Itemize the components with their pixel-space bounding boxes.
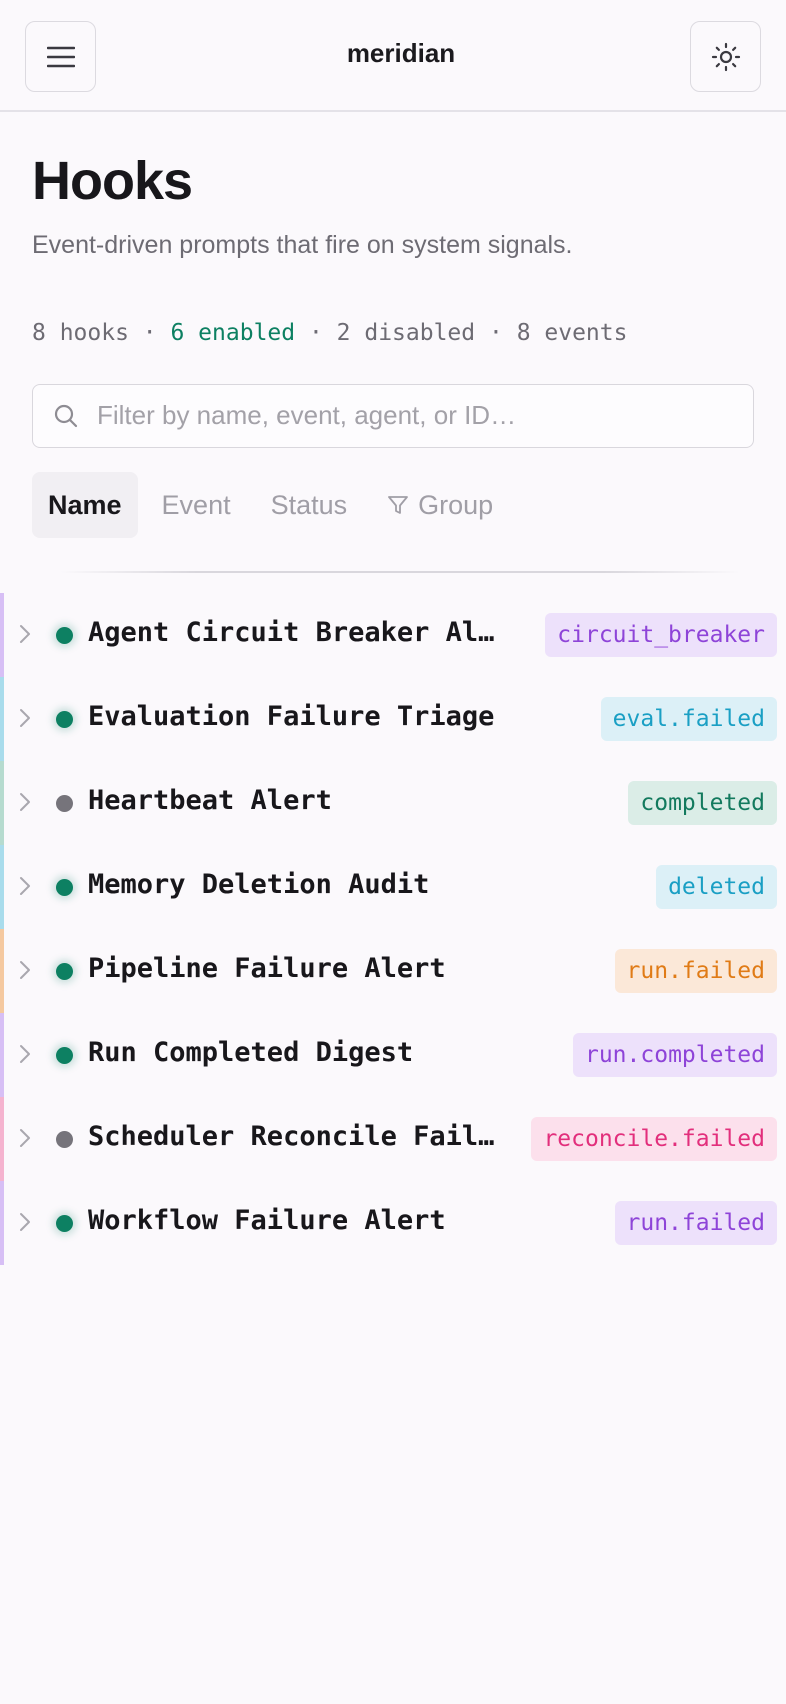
status-dot bbox=[56, 1047, 73, 1064]
page-title: Hooks bbox=[32, 151, 193, 211]
row-accent-stripe bbox=[0, 845, 4, 929]
stat-hooks: 8 hooks bbox=[32, 320, 129, 346]
status-dot bbox=[56, 1131, 73, 1148]
chevron-right-icon[interactable] bbox=[18, 1127, 32, 1149]
hook-name: Scheduler Reconcile Failure bbox=[88, 1121, 498, 1152]
stat-disabled: 2 disabled bbox=[336, 320, 476, 346]
row-accent-stripe bbox=[0, 677, 4, 761]
hook-row[interactable]: Workflow Failure Alert run.failed bbox=[0, 1181, 786, 1265]
event-badge: circuit_breaker bbox=[545, 613, 777, 657]
hook-row[interactable]: Run Completed Digest run.completed bbox=[0, 1013, 786, 1097]
hook-name: Pipeline Failure Alert bbox=[88, 953, 446, 984]
tab-label: Group bbox=[418, 489, 494, 520]
tab-label: Event bbox=[161, 489, 231, 520]
hook-name: Heartbeat Alert bbox=[88, 785, 332, 816]
theme-toggle-button[interactable] bbox=[690, 21, 761, 92]
stat-separator: · bbox=[295, 320, 337, 346]
search-icon bbox=[54, 404, 78, 428]
event-badge: run.failed bbox=[614, 1201, 777, 1245]
app-title: meridian bbox=[346, 38, 456, 68]
stat-events: 8 events bbox=[516, 320, 628, 346]
stat-separator: · bbox=[475, 320, 517, 346]
tab-status[interactable]: Status bbox=[255, 472, 364, 538]
chevron-right-icon[interactable] bbox=[18, 959, 32, 981]
status-dot bbox=[56, 627, 73, 644]
chevron-right-icon[interactable] bbox=[18, 1211, 32, 1233]
row-accent-stripe bbox=[0, 1181, 4, 1265]
tab-label: Status bbox=[270, 489, 348, 520]
row-accent-stripe bbox=[0, 1097, 4, 1181]
filter-icon bbox=[388, 496, 409, 514]
status-dot bbox=[56, 1215, 73, 1232]
chevron-right-icon[interactable] bbox=[18, 875, 32, 897]
event-badge: reconcile.failed bbox=[531, 1117, 777, 1161]
sun-icon bbox=[711, 42, 740, 71]
chevron-right-icon[interactable] bbox=[18, 623, 32, 645]
stat-separator: · bbox=[128, 320, 171, 346]
tab-label: Name bbox=[48, 489, 122, 520]
sort-tabs: Name Event Status Group bbox=[32, 472, 517, 538]
hook-row[interactable]: Evaluation Failure Triage eval.failed bbox=[0, 677, 786, 761]
hook-name: Workflow Failure Alert bbox=[88, 1205, 446, 1236]
tab-name[interactable]: Name bbox=[32, 472, 138, 538]
hook-row[interactable]: Memory Deletion Audit deleted bbox=[0, 845, 786, 929]
search-box bbox=[32, 384, 754, 448]
status-dot bbox=[56, 879, 73, 896]
chevron-right-icon[interactable] bbox=[18, 707, 32, 729]
event-badge: run.completed bbox=[572, 1033, 777, 1077]
hook-row[interactable]: Heartbeat Alert completed bbox=[0, 761, 786, 845]
page-subtitle: Event-driven prompts that fire on system… bbox=[32, 231, 573, 259]
row-accent-stripe bbox=[0, 761, 4, 845]
row-accent-stripe bbox=[0, 593, 4, 677]
hook-name: Agent Circuit Breaker Alert bbox=[88, 617, 498, 648]
event-badge: eval.failed bbox=[600, 697, 777, 741]
hook-row[interactable]: Pipeline Failure Alert run.failed bbox=[0, 929, 786, 1013]
row-accent-stripe bbox=[0, 1013, 4, 1097]
hook-name: Run Completed Digest bbox=[88, 1037, 414, 1068]
top-bar: meridian bbox=[0, 0, 786, 112]
hook-name: Memory Deletion Audit bbox=[88, 869, 430, 900]
hook-stats: 8 hooks · 6 enabled · 2 disabled · 8 eve… bbox=[32, 320, 627, 346]
event-badge: run.failed bbox=[614, 949, 777, 993]
hook-row[interactable]: Agent Circuit Breaker Alert circuit_break… bbox=[0, 593, 786, 677]
hook-row[interactable]: Scheduler Reconcile Failure reconcile.fai… bbox=[0, 1097, 786, 1181]
event-badge: completed bbox=[628, 781, 777, 825]
search-input[interactable] bbox=[97, 385, 737, 446]
event-badge: deleted bbox=[656, 865, 777, 909]
hook-name: Evaluation Failure Triage bbox=[88, 701, 495, 732]
status-dot bbox=[56, 711, 73, 728]
status-dot bbox=[56, 795, 73, 812]
status-dot bbox=[56, 963, 73, 980]
tab-event[interactable]: Event bbox=[146, 472, 247, 538]
hook-list: Agent Circuit Breaker Alert circuit_break… bbox=[0, 593, 786, 1265]
chevron-right-icon[interactable] bbox=[18, 1043, 32, 1065]
divider bbox=[60, 571, 740, 573]
chevron-right-icon[interactable] bbox=[18, 791, 32, 813]
stat-enabled: 6 enabled bbox=[170, 320, 296, 346]
tab-group[interactable]: Group bbox=[371, 472, 509, 538]
row-accent-stripe bbox=[0, 929, 4, 1013]
